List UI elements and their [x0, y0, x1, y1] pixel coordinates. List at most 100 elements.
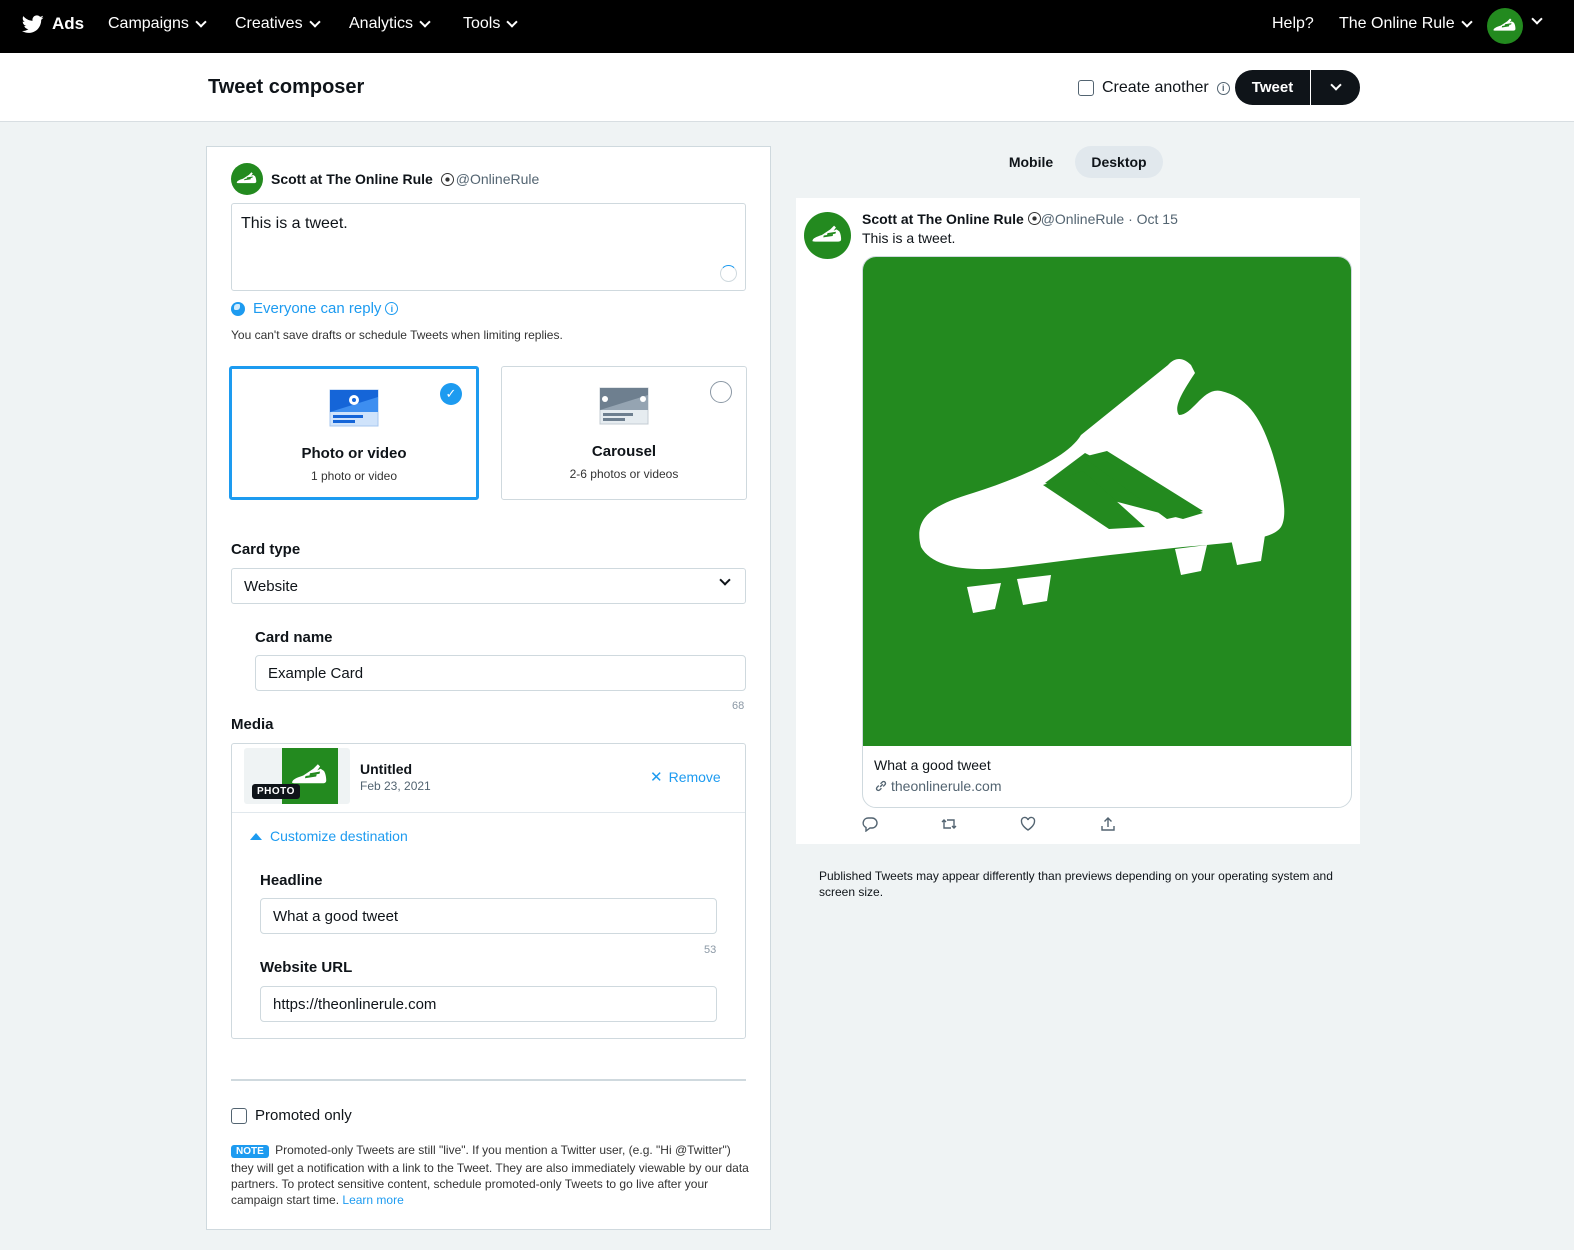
headline-char-count: 53 [704, 944, 717, 956]
format-subtitle: 2-6 photos or videos [569, 467, 679, 481]
reply-setting-button[interactable]: Everyone can reply i [231, 300, 399, 317]
reply-icon[interactable] [862, 816, 878, 832]
chevron-down-icon [195, 15, 207, 28]
author-row: Scott at The Online Rule @OnlineRule [231, 163, 539, 195]
nav-analytics-label: Analytics [349, 15, 414, 32]
nav-creatives[interactable]: Creatives [235, 15, 321, 33]
top-nav: Ads Campaigns Creatives Analytics Tools … [0, 0, 1574, 53]
preview-author-handle: @OnlineRule [1040, 211, 1125, 227]
create-another-label: Create another [1102, 79, 1209, 96]
card-domain: theonlinerule.com [874, 778, 1002, 794]
media-title: Untitled [360, 761, 413, 777]
website-card[interactable]: What a good tweet theonlinerule.com [862, 256, 1352, 808]
promoted-only-label: Promoted only [255, 1107, 352, 1124]
promoted-only-toggle[interactable]: Promoted only [231, 1107, 352, 1124]
card-name-label: Card name [255, 629, 333, 646]
promoted-only-checkbox[interactable] [231, 1107, 247, 1124]
account-name: The Online Rule [1339, 15, 1455, 32]
chevron-down-icon[interactable] [1531, 13, 1543, 25]
nav-tools[interactable]: Tools [463, 15, 519, 33]
twitter-ads-logo[interactable]: Ads [22, 14, 84, 34]
reply-setting-label: Everyone can reply [253, 300, 382, 317]
reply-note: You can't save drafts or schedule Tweets… [231, 328, 563, 342]
tab-mobile[interactable]: Mobile [994, 146, 1068, 178]
soccer-boot-icon [1493, 18, 1516, 31]
globe-icon [231, 301, 245, 316]
headline-label: Headline [260, 872, 323, 889]
page-title: Tweet composer [208, 76, 365, 98]
promoted-only-note: NOTE Promoted-only Tweets are still "liv… [231, 1142, 751, 1208]
format-subtitle: 1 photo or video [310, 469, 398, 483]
chevron-down-icon [1329, 79, 1342, 91]
twitter-bird-icon [22, 14, 44, 33]
tweet-button[interactable]: Tweet [1235, 70, 1310, 105]
remove-label: Remove [668, 769, 721, 785]
chevron-down-icon [1460, 15, 1473, 28]
nav-tools-label: Tools [463, 15, 501, 32]
media-item: PHOTO Untitled Feb 23, 2021 ✕ Remove Cus… [231, 743, 746, 1039]
soccer-ball-icon [1027, 212, 1041, 225]
ads-brand-label: Ads [52, 14, 85, 33]
format-carousel[interactable]: Carousel 2-6 photos or videos [501, 366, 747, 500]
chevron-down-icon [506, 15, 519, 28]
avatar[interactable] [1487, 8, 1523, 44]
note-badge: NOTE [231, 1145, 269, 1158]
headline-value: What a good tweet [273, 908, 399, 925]
divider [232, 812, 745, 813]
photo-format-icon [329, 389, 379, 427]
author-name: Scott at The Online Rule [271, 171, 433, 187]
preview-tweet-text: This is a tweet. [862, 230, 956, 246]
photo-badge: PHOTO [252, 784, 300, 799]
card-headline: What a good tweet [874, 757, 991, 773]
divider [231, 1079, 746, 1081]
customize-destination-toggle[interactable]: Customize destination [250, 828, 408, 844]
tab-desktop[interactable]: Desktop [1075, 146, 1163, 178]
card-type-label: Card type [231, 541, 301, 558]
card-name-input[interactable]: Example Card [255, 655, 746, 691]
share-icon[interactable] [1100, 816, 1116, 832]
website-url-input[interactable]: https://theonlinerule.com [260, 986, 717, 1022]
create-another-checkbox[interactable] [1078, 80, 1094, 96]
like-heart-icon[interactable] [1020, 816, 1036, 832]
format-title: Photo or video [301, 445, 407, 462]
customize-destination-label: Customize destination [270, 828, 408, 844]
retweet-icon[interactable] [941, 816, 957, 832]
media-thumbnail[interactable]: PHOTO [244, 748, 350, 804]
tweet-options-button[interactable] [1311, 70, 1360, 105]
soccer-boot-icon [812, 225, 842, 242]
chevron-down-icon [719, 574, 731, 586]
nav-analytics[interactable]: Analytics [349, 15, 431, 33]
card-domain-text: theonlinerule.com [891, 778, 1002, 794]
media-label: Media [231, 716, 274, 733]
remove-media-button[interactable]: ✕ Remove [650, 768, 721, 786]
format-title: Carousel [591, 443, 657, 460]
card-image [863, 257, 1351, 746]
info-icon[interactable]: i [1216, 81, 1230, 95]
soccer-ball-icon [440, 172, 454, 186]
close-icon: ✕ [650, 769, 663, 786]
composer-panel: Scott at The Online Rule @OnlineRule Thi… [206, 146, 771, 1230]
soccer-boot-icon [236, 172, 257, 184]
preview-date: · Oct 15 [1128, 211, 1178, 227]
card-type-select[interactable]: Website [231, 568, 746, 604]
preview-author-row: Scott at The Online Rule @OnlineRule · O… [862, 211, 1178, 227]
link-icon [875, 780, 887, 792]
card-name-char-count: 68 [732, 700, 745, 712]
create-another-toggle[interactable]: Create another i [1078, 79, 1230, 97]
author-handle: @OnlineRule [455, 171, 540, 187]
preview-author-name: Scott at The Online Rule [862, 211, 1024, 227]
format-photo-or-video[interactable]: Photo or video 1 photo or video ✓ [229, 366, 479, 500]
nav-campaigns[interactable]: Campaigns [108, 15, 207, 33]
nav-help[interactable]: Help? [1272, 15, 1314, 33]
soccer-boot-icon [919, 359, 1285, 613]
info-icon[interactable]: i [385, 302, 399, 315]
website-url-value: https://theonlinerule.com [273, 996, 437, 1013]
media-date: Feb 23, 2021 [360, 779, 431, 793]
account-switcher[interactable]: The Online Rule [1339, 15, 1473, 33]
learn-more-link[interactable]: Learn more [342, 1193, 403, 1207]
tweet-text-input[interactable]: This is a tweet. [231, 203, 746, 291]
chevron-down-icon [419, 15, 431, 28]
headline-input[interactable]: What a good tweet [260, 898, 717, 934]
nav-help-label: Help? [1272, 15, 1314, 32]
radio-icon[interactable] [710, 381, 732, 403]
